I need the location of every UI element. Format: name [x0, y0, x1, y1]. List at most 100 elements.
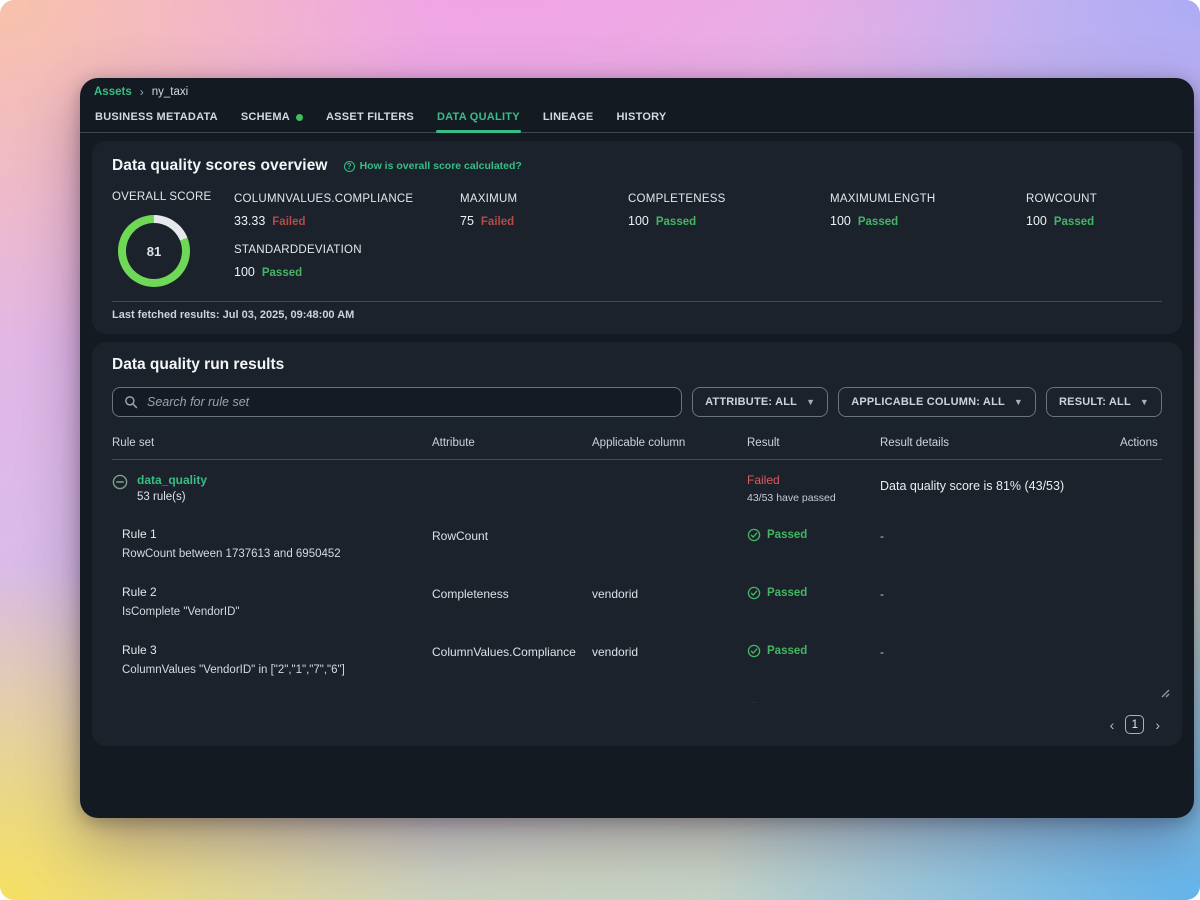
table-body: data_quality 53 rule(s) Failed 43/53 hav…: [112, 460, 1162, 703]
rule-attribute: ColumnValues.Compliance: [432, 645, 576, 660]
metric-value: 75: [460, 214, 474, 228]
filter-dropdown[interactable]: RESULT: ALL ▼: [1046, 387, 1162, 417]
filter-label: RESULT: ALL: [1059, 396, 1131, 408]
rule-result: Passed: [767, 645, 808, 658]
check-circle-icon: [747, 528, 761, 542]
rule-result-details: -: [880, 587, 884, 602]
metric-name: STANDARDDEVIATION: [234, 244, 362, 256]
collapse-icon[interactable]: [112, 474, 128, 490]
col-rule-set: Rule set: [112, 437, 155, 449]
metric-status: Passed: [1053, 216, 1095, 228]
tab-label: HISTORY: [616, 111, 667, 123]
metric-item: MAXIMUMLENGTH 100 Passed: [830, 193, 1026, 228]
metric-name: COMPLETENESS: [628, 193, 726, 205]
overall-score-value: 81: [126, 223, 182, 279]
last-fetched-text: Last fetched results: Jul 03, 2025, 09:4…: [112, 309, 355, 321]
rule-description: ColumnValues "VendorID" in ["2","1","7",…: [122, 664, 345, 677]
metric-item: COMPLETENESS 100 Passed: [628, 193, 830, 228]
tab-item[interactable]: DATA QUALITY: [435, 108, 521, 133]
results-title: Data quality run results: [112, 356, 285, 373]
metric-value: 100: [234, 265, 255, 279]
rule-count: 53 rule(s): [137, 491, 186, 503]
rule-result: Passed: [767, 587, 808, 600]
metric-status: Passed: [261, 267, 303, 279]
table-footer: ‹ 1 ›: [112, 689, 1170, 736]
table-row: Rule 3 ColumnValues "VendorID" in ["2","…: [112, 633, 1162, 687]
col-applicable-column: Applicable column: [592, 437, 686, 449]
tab-item[interactable]: HISTORY: [615, 108, 667, 132]
metric-value: 100: [830, 214, 851, 228]
breadcrumb-chevron-icon: ›: [139, 84, 144, 99]
rule-result-details: -: [880, 645, 884, 660]
rule-applicable-column: [592, 527, 747, 529]
metric-status: Passed: [857, 216, 899, 228]
rule-result: Passed: [767, 529, 808, 541]
rule-applicable-column: vendorid: [592, 587, 639, 602]
resize-handle-icon[interactable]: [1159, 687, 1170, 698]
rule-name: Rule 2: [122, 585, 157, 600]
metric-name: ROWCOUNT: [1026, 193, 1097, 205]
scores-overview-card: Data quality scores overview ? How is ov…: [92, 141, 1182, 334]
tab-label: LINEAGE: [542, 111, 594, 123]
rule-set-link[interactable]: data_quality: [137, 473, 207, 487]
metric-value: 100: [628, 214, 649, 228]
search-input[interactable]: [147, 395, 671, 409]
group-result-sub: 43/53 have passed: [747, 492, 836, 504]
pagination: ‹ 1 ›: [112, 705, 1162, 736]
metric-item: STANDARDDEVIATION 100 Passed: [234, 244, 460, 279]
col-result: Result: [747, 437, 780, 449]
metric-name: MAXIMUMLENGTH: [830, 193, 936, 205]
tab-label: ASSET FILTERS: [325, 111, 414, 123]
filter-dropdown[interactable]: APPLICABLE COLUMN: ALL ▼: [838, 387, 1037, 417]
rule-result-details: -: [880, 529, 884, 543]
metric-item: ROWCOUNT 100 Passed: [1026, 193, 1162, 228]
overall-score-label: OVERALL SCORE: [112, 191, 212, 203]
rule-applicable-column: vendorid: [592, 645, 639, 660]
col-attribute: Attribute: [432, 437, 475, 449]
tab-item[interactable]: ASSET FILTERS: [325, 108, 415, 132]
overall-score-gauge: 81: [118, 215, 190, 287]
previous-page-button[interactable]: ‹: [1110, 718, 1115, 732]
metric-item: COLUMNVALUES.COMPLIANCE 33.33 Failed: [234, 193, 460, 228]
tab-item[interactable]: BUSINESS METADATA: [94, 108, 219, 132]
chevron-down-icon: ▼: [1013, 397, 1024, 407]
rule-description: RowCount between 1737613 and 6950452: [122, 548, 341, 560]
metric-status: Failed: [272, 216, 306, 228]
info-link-label: How is overall score calculated?: [359, 160, 522, 172]
chevron-down-icon: ▼: [806, 397, 816, 407]
col-result-details: Result details: [880, 437, 950, 449]
tab-item[interactable]: LINEAGE: [542, 108, 595, 132]
next-page-button[interactable]: ›: [1155, 718, 1160, 732]
current-page-button[interactable]: 1: [1125, 715, 1145, 734]
metric-name: COLUMNVALUES.COMPLIANCE: [234, 193, 414, 205]
metric-name: MAXIMUM: [460, 193, 518, 205]
rule-set-group-row: data_quality 53 rule(s) Failed 43/53 hav…: [112, 460, 1162, 513]
col-actions: Actions: [1120, 437, 1158, 449]
filter-dropdown[interactable]: ATTRIBUTE: ALL ▼: [692, 387, 829, 417]
filter-label: ATTRIBUTE: ALL: [705, 396, 798, 408]
metric-value: 100: [1026, 214, 1047, 228]
tab-item[interactable]: SCHEMA: [240, 108, 304, 132]
check-circle-icon: [747, 644, 761, 658]
breadcrumb-assets-link[interactable]: Assets: [94, 86, 132, 98]
group-result-details: Data quality score is 81% (43/53): [880, 479, 1065, 493]
info-icon: ?: [343, 160, 355, 172]
rule-attribute: RowCount: [432, 529, 489, 543]
check-circle-icon: [747, 586, 761, 600]
overview-title: Data quality scores overview: [112, 157, 328, 174]
search-icon: [125, 396, 138, 409]
how-score-calculated-link[interactable]: ? How is overall score calculated?: [343, 160, 522, 172]
rule-description: IsComplete "VendorID": [122, 606, 240, 619]
tab-label: DATA QUALITY: [436, 111, 520, 123]
app-window: Assets › ny_taxi BUSINESS METADATA SCHEM…: [80, 78, 1194, 818]
rule-set-search[interactable]: [112, 387, 683, 417]
table-header: Rule set Attribute Applicable column Res…: [112, 432, 1162, 460]
table-row: Rule 1 RowCount between 1737613 and 6950…: [112, 517, 1162, 571]
metric-status: Passed: [655, 216, 697, 228]
tab-label: SCHEMA: [240, 111, 290, 123]
rule-name: Rule 3: [122, 643, 157, 658]
rule-attribute: Completeness: [432, 587, 509, 602]
metrics-grid: COLUMNVALUES.COMPLIANCE 33.33 Failed MAX…: [234, 191, 1162, 287]
tab-label: BUSINESS METADATA: [95, 111, 218, 123]
group-result-failed: Failed: [747, 473, 780, 487]
